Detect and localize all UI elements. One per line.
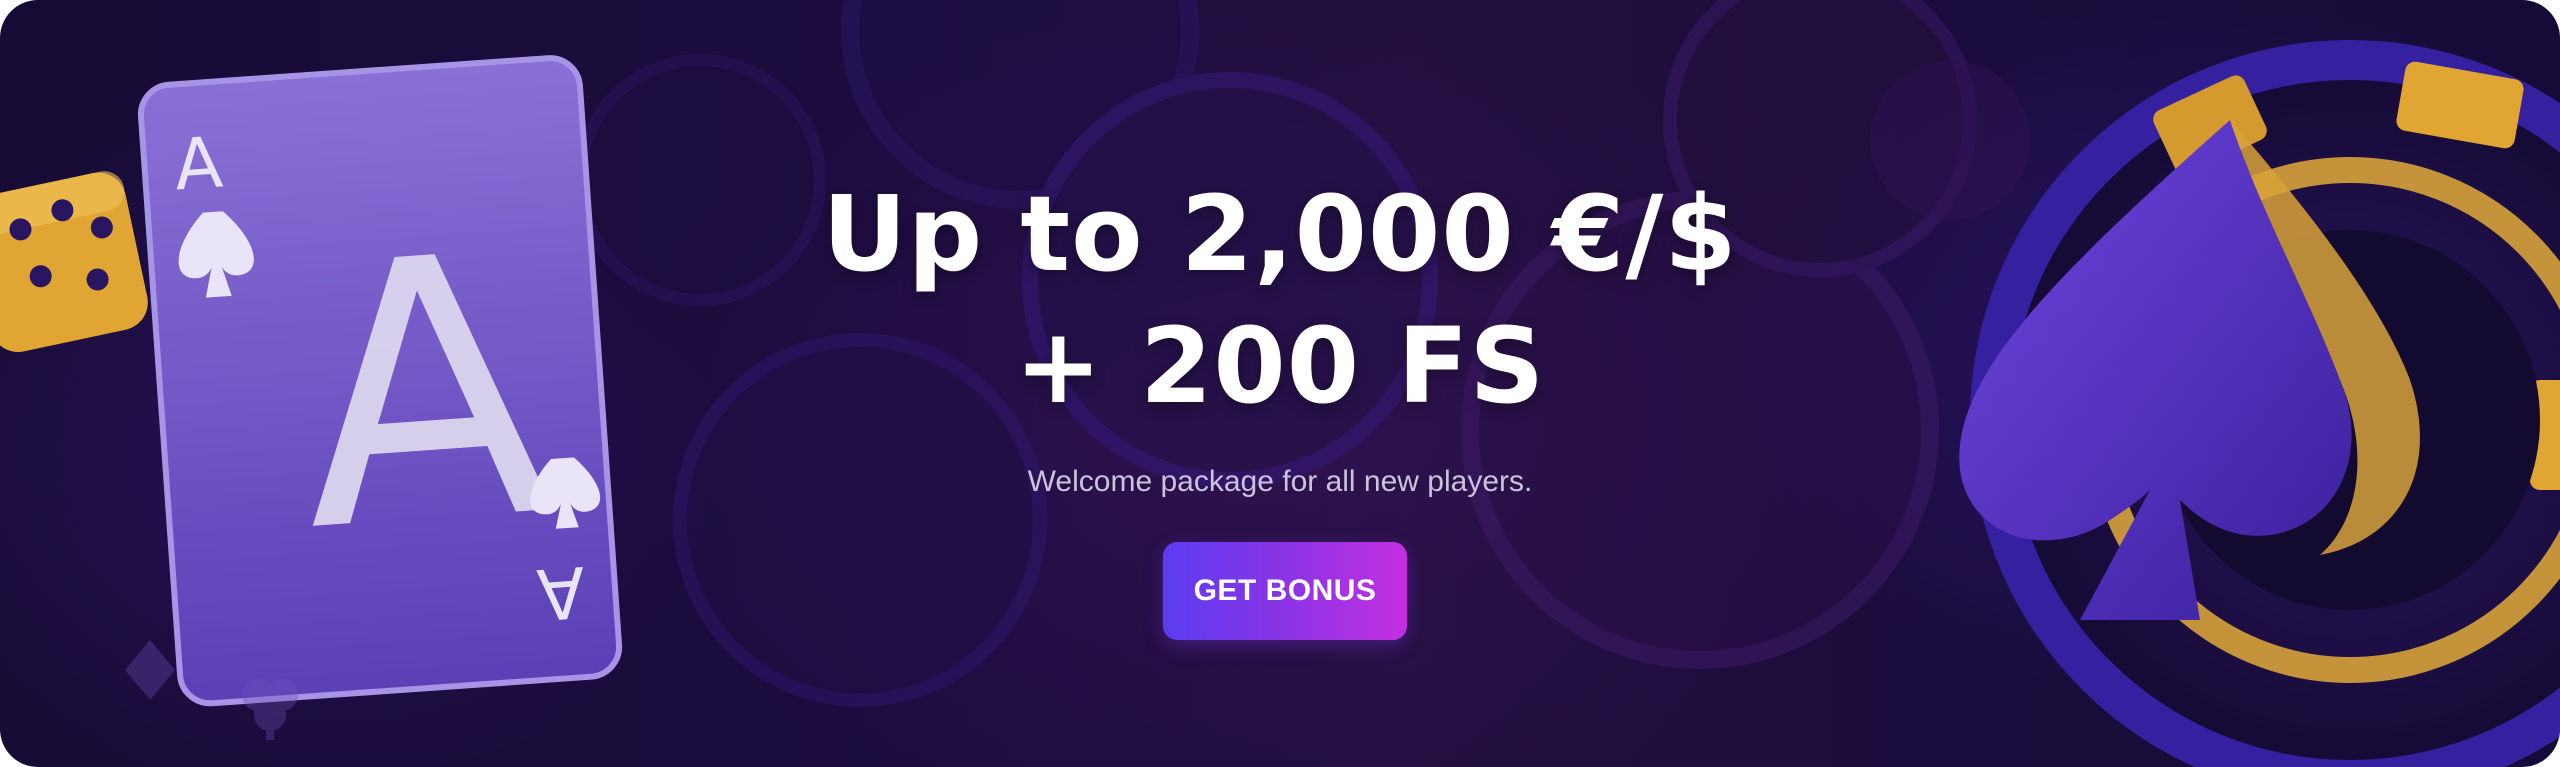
bonus-headline: Up to 2,000 €/$ + 200 FS <box>580 168 1980 432</box>
headline-line-1: Up to 2,000 €/$ <box>822 173 1738 295</box>
bonus-subtitle: Welcome package for all new players. <box>1027 465 1533 498</box>
banner-content: Up to 2,000 €/$ + 200 FS Welcome package… <box>0 0 2560 767</box>
get-bonus-button[interactable]: GET BONUS <box>1163 542 1407 640</box>
welcome-bonus-banner: A A A Up to 2,000 €/$ + 200 FS Welcome p… <box>0 0 2560 767</box>
headline-line-2: + 200 FS <box>1014 305 1546 427</box>
